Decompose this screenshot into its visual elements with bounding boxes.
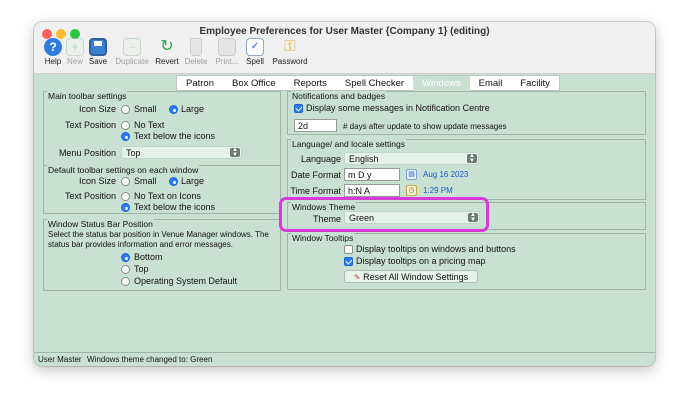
delete-button[interactable]: Delete <box>179 38 213 72</box>
language-label: Language <box>300 154 341 164</box>
duplicate-icon: → <box>123 38 141 56</box>
chevron-updown-icon: ▲ ▼ <box>230 147 240 158</box>
main-no-text-label: No Text <box>134 120 165 130</box>
tooltips-windows-label: Display tooltips on windows and buttons <box>356 244 516 254</box>
main-icon-size-large-radio[interactable] <box>169 105 178 114</box>
default-toolbar-title: Default toolbar settings on each window <box>47 165 200 175</box>
status-bottom-label: Bottom <box>134 252 163 262</box>
save-button[interactable]: Save <box>81 38 115 72</box>
default-icon-size-label: Icon Size <box>78 176 116 186</box>
status-top-radio[interactable] <box>121 265 130 274</box>
status-user: User Master <box>38 355 82 364</box>
main-icon-size-small-label: Small <box>134 104 157 114</box>
revert-icon: ↻ <box>160 38 174 55</box>
default-text-below-radio[interactable] <box>121 203 130 212</box>
calendar-icon[interactable]: ▤ <box>406 169 417 180</box>
status-top-label: Top <box>134 264 149 274</box>
duplicate-button[interactable]: → Duplicate <box>114 38 150 72</box>
preferences-window: Employee Preferences for User Master {Co… <box>34 22 655 366</box>
tab-spell-checker[interactable]: Spell Checker <box>336 76 413 91</box>
clock-icon[interactable]: ◷ <box>406 185 417 196</box>
language-select[interactable]: English ▲ ▼ <box>344 152 479 165</box>
locale-title: Language/ and locale settings <box>291 139 406 149</box>
title-bar: Employee Preferences for User Master {Co… <box>34 22 655 74</box>
status-bar: User Master Windows theme changed to: Gr… <box>34 352 655 366</box>
main-icon-size-small-radio[interactable] <box>121 105 130 114</box>
main-icon-size-large-label: Large <box>181 104 205 114</box>
spell-button[interactable]: ✓ Spell <box>238 38 272 72</box>
tab-email[interactable]: Email <box>470 76 512 91</box>
window-title: Employee Preferences for User Master {Co… <box>199 26 490 37</box>
reset-window-settings-button[interactable]: ✎ Reset All Window Settings <box>344 270 478 283</box>
notifications-group: Notifications and badges Display some me… <box>287 91 646 135</box>
main-toolbar-title: Main toolbar settings <box>47 91 128 101</box>
default-text-below-label: Text below the icons <box>134 202 216 212</box>
status-bar-position-group: Window Status Bar Position Select the st… <box>43 219 281 291</box>
main-icon-size-label: Icon Size <box>78 104 116 114</box>
print-icon <box>218 38 236 56</box>
tab-box-office[interactable]: Box Office <box>223 76 285 91</box>
menu-position-label: Menu Position <box>58 148 116 158</box>
menu-position-value: Top <box>126 148 141 158</box>
status-os-default-radio[interactable] <box>121 277 130 286</box>
theme-highlight-annotation <box>279 197 489 232</box>
default-no-text-label: No Text on Icons <box>134 191 201 201</box>
spell-icon: ✓ <box>246 38 264 56</box>
tooltips-windows-checkbox[interactable] <box>344 245 353 254</box>
default-no-text-radio[interactable] <box>121 192 130 201</box>
date-example: Aug 16 2023 <box>423 170 469 179</box>
eraser-icon: ✎ <box>353 273 361 282</box>
time-example: 1:29 PM <box>423 186 453 195</box>
password-button[interactable]: ⚿ Password <box>270 38 310 72</box>
delete-icon <box>190 38 202 56</box>
window-tooltips-title: Window Tooltips <box>291 233 355 243</box>
tab-windows[interactable]: Windows <box>413 76 470 91</box>
key-icon: ⚿ <box>284 38 296 55</box>
date-format-label: Date Format <box>290 170 341 180</box>
window-tooltips-group: Window Tooltips Display tooltips on wind… <box>287 233 646 290</box>
notification-centre-label: Display some messages in Notification Ce… <box>306 103 490 113</box>
reset-window-settings-label: Reset All Window Settings <box>363 272 469 282</box>
tab-patron[interactable]: Patron <box>177 76 223 91</box>
default-icon-size-small-label: Small <box>134 176 157 186</box>
main-text-below-label: Text below the icons <box>134 131 216 141</box>
tab-bar: Patron Box Office Reports Spell Checker … <box>176 75 560 91</box>
default-icon-size-large-radio[interactable] <box>169 177 178 186</box>
status-message: Windows theme changed to: Green <box>87 355 213 364</box>
tooltips-pricing-label: Display tooltips on a pricing map <box>356 256 486 266</box>
tab-facility[interactable]: Facility <box>511 76 559 91</box>
save-icon <box>89 38 107 56</box>
default-toolbar-group: Default toolbar settings on each window … <box>43 165 281 214</box>
language-value: English <box>349 154 379 164</box>
status-bar-position-title: Window Status Bar Position <box>47 219 154 229</box>
notification-centre-checkbox[interactable] <box>294 104 303 113</box>
time-format-label: Time Format <box>290 186 341 196</box>
time-format-input[interactable]: h:N A <box>344 184 400 197</box>
chevron-updown-icon: ▲ ▼ <box>467 153 477 164</box>
default-text-position-label: Text Position <box>64 191 116 201</box>
main-text-below-radio[interactable] <box>121 132 130 141</box>
status-bar-description: Select the status bar position in Venue … <box>48 230 269 249</box>
status-bottom-radio[interactable] <box>121 253 130 262</box>
date-format-input[interactable]: m D y <box>344 168 400 181</box>
main-no-text-radio[interactable] <box>121 121 130 130</box>
status-os-default-label: Operating System Default <box>134 276 238 286</box>
days-after-update-label: # days after update to show update messa… <box>343 122 507 131</box>
main-text-position-label: Text Position <box>64 120 116 130</box>
default-icon-size-large-label: Large <box>181 176 205 186</box>
menu-position-select[interactable]: Top ▲ ▼ <box>121 146 242 159</box>
tooltips-pricing-checkbox[interactable] <box>344 257 353 266</box>
notifications-title: Notifications and badges <box>291 91 387 101</box>
days-after-update-input[interactable]: 2d <box>294 119 337 132</box>
default-icon-size-small-radio[interactable] <box>121 177 130 186</box>
locale-group: Language/ and locale settings Language E… <box>287 139 646 200</box>
tab-reports[interactable]: Reports <box>285 76 336 91</box>
